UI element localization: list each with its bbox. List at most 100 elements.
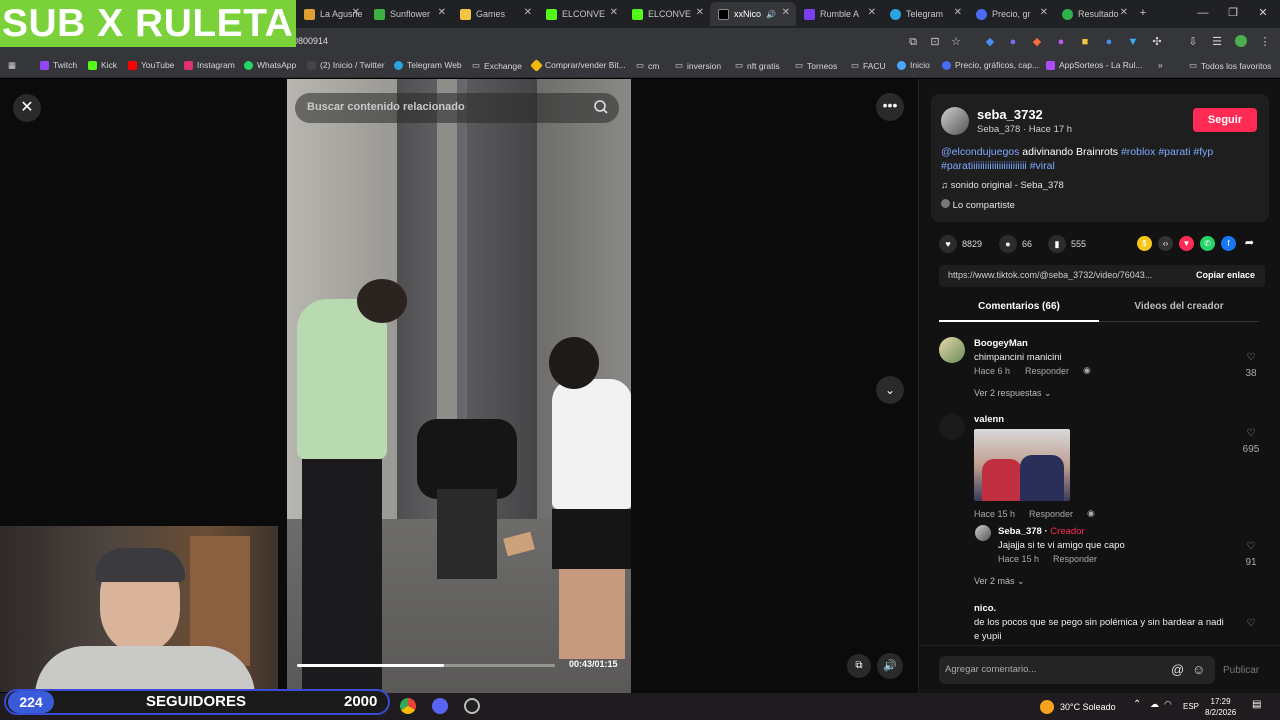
comment-like-heart-icon[interactable]: ♡ [1241, 541, 1261, 552]
tab-3[interactable]: ELCONVE ✕ [538, 2, 624, 26]
extension-icon[interactable]: ● [1054, 35, 1068, 49]
minimize-icon[interactable]: — [1196, 6, 1210, 20]
send-share-icon[interactable]: ▼ [1179, 236, 1194, 251]
discord-icon[interactable] [432, 698, 448, 714]
wifi-icon[interactable]: ◠ [1164, 699, 1172, 710]
tab-0[interactable]: La Agusne ✕ [296, 2, 366, 26]
menu-icon[interactable]: ⋮ [1258, 35, 1272, 49]
comment-avatar[interactable] [939, 601, 965, 627]
tab-1[interactable]: Sunflower ✕ [366, 2, 452, 26]
video-player[interactable]: Buscar contenido relacionado 00:43/01:15 [287, 79, 631, 693]
tab-5-active[interactable]: xxNico 🔊 ✕ [710, 2, 796, 26]
tab-6[interactable]: Rumble A ✕ [796, 2, 882, 26]
video-progress-bar[interactable] [297, 664, 555, 667]
weather-widget[interactable]: 30°C Soleado [1040, 700, 1116, 714]
bookmark-exchange[interactable]: ▭ Exchange [472, 60, 522, 71]
tab-close-icon[interactable]: ✕ [610, 7, 618, 18]
copy-link-button[interactable]: Copiar enlace [1196, 270, 1255, 280]
profile-avatar-icon[interactable] [1234, 35, 1248, 49]
related-search-input[interactable]: Buscar contenido relacionado [295, 93, 619, 123]
tab-close-icon[interactable]: ✕ [696, 7, 704, 18]
bookmark-whatsapp[interactable]: WhatsApp [244, 60, 296, 70]
comment-like-heart-icon[interactable]: ♡ [1241, 428, 1261, 439]
translate-icon[interactable]: ⧉ [906, 35, 920, 49]
notification-icon[interactable]: ▤ [1252, 699, 1261, 710]
tab-8[interactable]: Precio, gr ✕ [968, 2, 1054, 26]
tab-close-icon[interactable]: ✕ [1120, 7, 1128, 18]
bookmark-twitch[interactable]: Twitch [40, 60, 77, 70]
system-clock[interactable]: 17:29 8/2/2026 [1205, 696, 1236, 718]
caption-mention[interactable]: @elcondujuegos [941, 146, 1019, 158]
bookmark-precio[interactable]: Precio, gráficos, cap... [942, 60, 1039, 70]
extension-icon[interactable]: ■ [1078, 35, 1092, 49]
tab-close-icon[interactable]: ✕ [868, 7, 876, 18]
restore-icon[interactable]: ❐ [1226, 6, 1240, 20]
hashtag-link[interactable]: #viral [1030, 160, 1055, 172]
embed-code-icon[interactable]: ‹› [1158, 236, 1173, 251]
bookmark-appsorteos[interactable]: AppSorteos - La Rul... [1046, 60, 1143, 70]
bookmark-youtube[interactable]: YouTube [128, 60, 174, 70]
creator-username[interactable]: seba_3732 [977, 107, 1043, 122]
volume-icon[interactable]: 🔊 [877, 653, 903, 679]
extension-icon[interactable]: ◆ [983, 35, 997, 49]
like-button[interactable]: ♥ 8829 [939, 235, 982, 253]
download-icon[interactable]: ⇩ [1186, 35, 1200, 49]
chrome-icon[interactable] [400, 698, 416, 714]
tab-2[interactable]: Games ✕ [452, 2, 538, 26]
bookmark-folder-nft[interactable]: ▭ nft gratis [735, 60, 780, 71]
comment-like-heart-icon[interactable]: ♡ [1241, 618, 1261, 629]
tab-close-icon[interactable]: ✕ [352, 7, 360, 18]
url-text[interactable]: 0800914 [293, 36, 328, 46]
language-indicator[interactable]: ESP [1183, 702, 1199, 711]
view-replies-button[interactable]: Ver 2 respuestas ⌄ [974, 388, 1052, 399]
bookmark-telegram[interactable]: Telegram Web [394, 60, 462, 70]
close-icon[interactable]: ✕ [13, 94, 41, 122]
comment-button[interactable]: ● 66 [999, 235, 1032, 253]
comment-input[interactable]: Agregar comentario... @ ☺ [939, 656, 1215, 684]
comment-author[interactable]: valenn [974, 414, 1004, 425]
tab-9[interactable]: Resultado ✕ [1054, 2, 1134, 26]
hashtag-link[interactable]: #parati [1158, 146, 1190, 158]
whatsapp-share-icon[interactable]: ✆ [1200, 236, 1215, 251]
reply-button[interactable]: Responder [1025, 366, 1069, 376]
tab-close-icon[interactable]: ✕ [524, 7, 532, 18]
bookmark-kick[interactable]: Kick [88, 60, 117, 70]
creator-avatar[interactable] [941, 107, 969, 135]
follow-button[interactable]: Seguir [1193, 108, 1257, 132]
bookmark-inicio[interactable]: Inicio [897, 60, 930, 70]
comment-avatar[interactable] [939, 337, 965, 363]
close-window-icon[interactable]: ✕ [1256, 6, 1270, 20]
hashtag-link[interactable]: #roblox [1121, 146, 1155, 158]
tab-comments[interactable]: Comentarios (66) [939, 296, 1099, 322]
music-link[interactable]: ♫ sonido original - Seba_378 [941, 180, 1064, 191]
bookmarks-overflow-icon[interactable]: » [1158, 60, 1163, 70]
hashtag-link[interactable]: #fyp [1193, 146, 1213, 158]
extension-icon[interactable]: ● [1102, 35, 1116, 49]
extension-icon[interactable]: ◆ [1030, 35, 1044, 49]
reply-button[interactable]: Responder [1029, 509, 1073, 519]
emoji-icon[interactable]: ☺ [1192, 662, 1205, 677]
save-button[interactable]: ▮ 555 [1048, 235, 1086, 253]
bookmark-folder-facu[interactable]: ▭ FACU [851, 60, 886, 71]
tray-app-icon[interactable]: ☁ [1150, 699, 1159, 710]
bookmark-instagram[interactable]: Instagram [184, 60, 235, 70]
comment-like-heart-icon[interactable]: ♡ [1241, 352, 1261, 363]
mention-at-icon[interactable]: @ [1171, 662, 1184, 677]
bookmark-twitter[interactable]: (2) Inicio / Twitter [307, 60, 385, 70]
bookmark-folder-torneos[interactable]: ▭ Torneos [795, 60, 837, 71]
bookmark-binance[interactable]: Comprar/vender Bit... [530, 58, 626, 72]
coin-share-icon[interactable]: $ [1137, 236, 1152, 251]
more-options-icon[interactable]: ••• [876, 93, 904, 121]
next-video-chevron-down-icon[interactable]: ⌄ [876, 376, 904, 404]
bookmark-folder-inversion[interactable]: ▭ inversion [675, 60, 721, 71]
extension-icon[interactable]: ● [1006, 35, 1020, 49]
view-more-replies-button[interactable]: Ver 2 más ⌄ [974, 576, 1025, 587]
tab-close-icon[interactable]: ✕ [954, 7, 962, 18]
tray-chevron-icon[interactable]: ⌃ [1133, 699, 1141, 710]
picture-in-picture-icon[interactable]: ⧉ [847, 654, 871, 678]
tab-creator-videos[interactable]: Videos del creador [1099, 296, 1259, 322]
reply-avatar[interactable] [975, 525, 991, 541]
apps-icon[interactable]: ▦ [8, 60, 16, 71]
hashtag-link[interactable]: #paratiiiiiiiiiiiiiiiiiiiiiiii [941, 160, 1027, 172]
tab-search-icon[interactable]: ☰ [1210, 35, 1224, 49]
